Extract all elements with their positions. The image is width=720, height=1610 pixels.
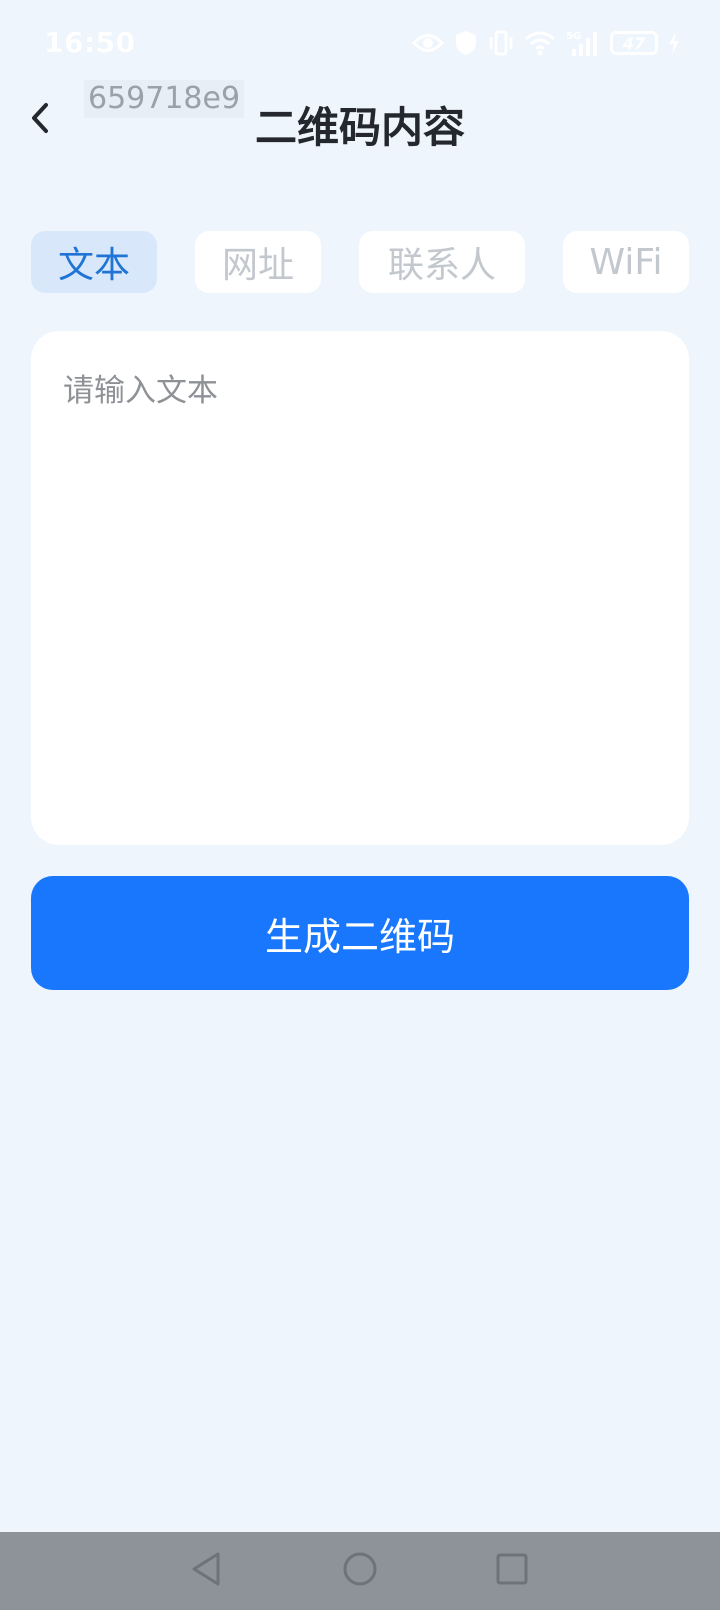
svg-text:5G: 5G (566, 31, 581, 42)
text-input-card (31, 331, 689, 845)
battery-level: 47 (622, 33, 646, 53)
generate-qr-button[interactable]: 生成二维码 (31, 876, 689, 990)
home-circle-icon (342, 1551, 378, 1591)
tab-contact[interactable]: 联系人 (359, 231, 525, 293)
wifi-icon (524, 30, 556, 56)
tab-text[interactable]: 文本 (31, 231, 157, 293)
tab-url[interactable]: 网址 (195, 231, 321, 293)
nav-home-button[interactable] (320, 1532, 400, 1610)
text-input[interactable] (31, 331, 689, 845)
charging-icon (668, 32, 680, 54)
screen: 16:50 5G 47 二维码内容 659718e9 文本 网址 联系人 WiF… (0, 0, 720, 1610)
shield-icon (454, 30, 478, 56)
nav-back-button[interactable] (166, 1532, 246, 1610)
status-time: 16:50 (44, 26, 136, 59)
back-triangle-icon (189, 1551, 223, 1591)
battery-icon: 47 (610, 31, 658, 55)
tab-wifi[interactable]: WiFi (563, 231, 689, 293)
signal-5g-icon: 5G (566, 29, 600, 57)
type-tabs: 文本 网址 联系人 WiFi (0, 231, 720, 293)
system-nav-bar (0, 1532, 720, 1610)
vibrate-icon (488, 30, 514, 56)
recents-square-icon (495, 1552, 529, 1590)
eye-icon (412, 32, 444, 54)
nav-recents-button[interactable] (472, 1532, 552, 1610)
status-icons: 5G 47 (412, 28, 680, 58)
status-bar: 16:50 5G 47 (0, 0, 720, 84)
watermark-label: 659718e9 (84, 80, 245, 118)
